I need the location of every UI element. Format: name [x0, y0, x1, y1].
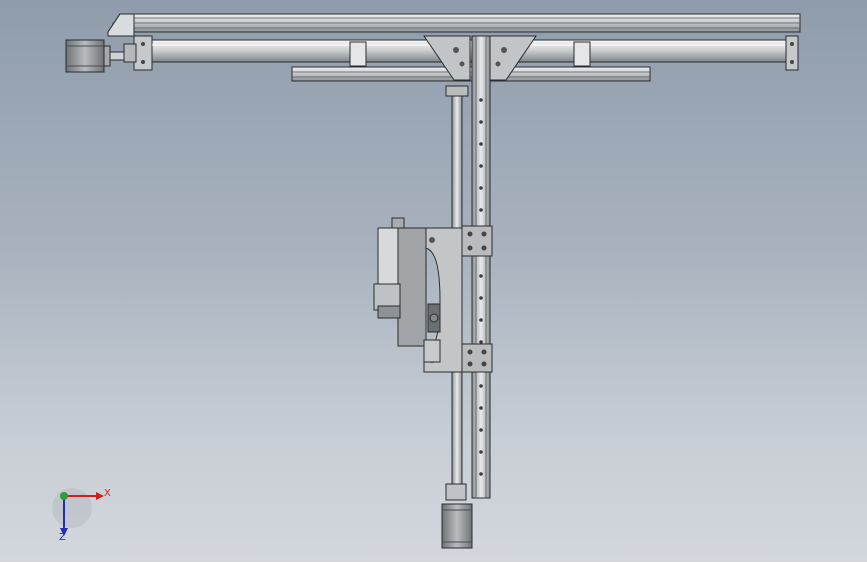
z-axis-motor-icon	[441, 483, 473, 549]
cad-viewport[interactable]: X Z	[0, 0, 867, 562]
gantry-assembly-drawing	[52, 13, 801, 549]
rail-bolt	[479, 120, 483, 124]
rail-bolt	[479, 406, 483, 410]
x-axis-motor-icon	[65, 39, 125, 73]
rail-bolt	[479, 450, 483, 454]
rail-bolt	[479, 98, 483, 102]
triad-x-label: X	[104, 488, 111, 499]
rail-bolt	[479, 384, 483, 388]
rail-bolt	[479, 428, 483, 432]
triad-z-label: Z	[59, 532, 66, 543]
top-beam	[107, 13, 801, 37]
rail-bolt	[479, 340, 483, 344]
coordinate-triad-icon	[52, 488, 104, 536]
rail-bolt	[479, 296, 483, 300]
rail-bolt	[479, 318, 483, 322]
x-axis-lower-profile	[291, 66, 651, 82]
rail-bolt	[479, 186, 483, 190]
left-end-plate	[123, 35, 153, 71]
rail-bolt	[479, 142, 483, 146]
rail-bolt	[479, 164, 483, 168]
rail-bolt	[479, 208, 483, 212]
rail-bolt	[479, 274, 483, 278]
rail-bolt	[479, 472, 483, 476]
